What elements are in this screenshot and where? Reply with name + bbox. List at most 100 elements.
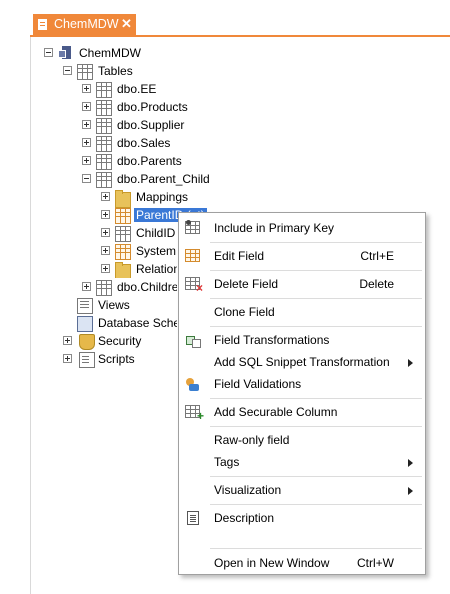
shortcut-label: Delete bbox=[359, 277, 394, 291]
tree-node-field[interactable]: ChildID (i bbox=[101, 224, 177, 242]
menu-item-label: Field Transformations bbox=[214, 333, 330, 347]
menu-item-field-transformations[interactable]: Field Transformations bbox=[179, 329, 425, 351]
expand-icon[interactable] bbox=[101, 210, 110, 219]
tree-node-label: ChemMDW bbox=[79, 46, 141, 60]
tree-node-table[interactable]: dbo.Products bbox=[82, 98, 202, 116]
menu-item-visualization[interactable]: Visualization bbox=[179, 479, 425, 501]
menu-item-edit-field[interactable]: Edit Field Ctrl+E bbox=[179, 245, 425, 267]
menu-item-add-securable-column[interactable]: Add Securable Column bbox=[179, 401, 425, 423]
tree-node-table[interactable]: dbo.EE bbox=[82, 80, 202, 98]
tree-node-label: dbo.EE bbox=[117, 82, 157, 96]
tree-node-label: ChildID (i bbox=[136, 226, 177, 240]
table-icon bbox=[96, 172, 112, 188]
transform-icon bbox=[185, 332, 201, 348]
menu-item-add-sql-snippet[interactable]: Add SQL Snippet Transformation bbox=[179, 351, 425, 373]
schema-icon bbox=[77, 316, 93, 332]
tree-node-field[interactable]: System F bbox=[101, 242, 177, 260]
menu-item-label: Field Validations bbox=[214, 377, 302, 391]
menu-item-label: Description bbox=[214, 511, 275, 525]
shortcut-label: Ctrl+E bbox=[360, 249, 394, 263]
collapse-icon[interactable] bbox=[63, 66, 72, 75]
expand-icon[interactable] bbox=[101, 246, 110, 255]
menu-item-field-validations[interactable]: Field Validations bbox=[179, 373, 425, 395]
views-icon bbox=[77, 298, 93, 314]
table-icon bbox=[96, 280, 112, 296]
menu-item-description[interactable]: Description bbox=[179, 507, 425, 529]
expand-icon[interactable] bbox=[82, 282, 91, 291]
tree-node-database-schema[interactable]: Database Schem bbox=[63, 314, 177, 332]
tree-node-label: Relations bbox=[136, 262, 177, 276]
tree-node-tables[interactable]: Tables bbox=[63, 62, 183, 80]
expand-icon[interactable] bbox=[82, 120, 91, 129]
tree-node-scripts[interactable]: Scripts bbox=[63, 350, 173, 368]
tree-node-label: dbo.Parents bbox=[117, 154, 182, 168]
panel-divider bbox=[30, 37, 31, 594]
collapse-icon[interactable] bbox=[44, 48, 53, 57]
description-icon bbox=[187, 511, 199, 525]
menu-item-label: Open in New Window bbox=[214, 556, 330, 570]
tree-node-table[interactable]: dbo.Parent_Child bbox=[82, 170, 212, 188]
field-icon bbox=[115, 226, 131, 242]
tree-node-root[interactable]: ChemMDW bbox=[44, 44, 164, 62]
tree-node-table[interactable]: dbo.Parents bbox=[82, 152, 202, 170]
expand-icon[interactable] bbox=[82, 156, 91, 165]
tab-chemmdw[interactable]: ChemMDW ✕ bbox=[33, 14, 136, 35]
securable-column-icon bbox=[185, 405, 204, 423]
tree-node-table[interactable]: dbo.Children bbox=[82, 278, 177, 296]
expand-icon[interactable] bbox=[82, 84, 91, 93]
tree-node-label: Scripts bbox=[98, 352, 135, 366]
table-icon bbox=[96, 118, 112, 134]
menu-item-label: Add SQL Snippet Transformation bbox=[214, 355, 390, 369]
expand-icon[interactable] bbox=[82, 102, 91, 111]
expand-icon[interactable] bbox=[63, 354, 72, 363]
menu-item-clone-field[interactable]: Clone Field bbox=[179, 301, 425, 323]
menu-item-label: Clone Field bbox=[214, 305, 275, 319]
menu-item-open-new-window[interactable]: Open in New Window Ctrl+W bbox=[179, 552, 425, 574]
tree-node-label: Security bbox=[98, 334, 142, 348]
menu-item-delete-field[interactable]: Delete Field Delete bbox=[179, 273, 425, 295]
expand-icon[interactable] bbox=[82, 138, 91, 147]
collapse-icon[interactable] bbox=[82, 174, 91, 183]
folder-icon bbox=[115, 262, 131, 278]
close-icon[interactable]: ✕ bbox=[121, 16, 132, 32]
tree-node-label: dbo.Products bbox=[117, 100, 188, 114]
submenu-arrow-icon bbox=[408, 359, 413, 367]
tree-node-relations[interactable]: Relations bbox=[101, 260, 177, 278]
menu-item-label: Tags bbox=[214, 455, 240, 469]
menu-item-label: Add Securable Column bbox=[214, 405, 338, 419]
tree-node-table[interactable]: dbo.Sales bbox=[82, 134, 202, 152]
tree-node-label: dbo.Children bbox=[117, 280, 177, 294]
tree-node-mappings[interactable]: Mappings bbox=[101, 188, 201, 208]
menu-item-label: Edit Field bbox=[214, 249, 265, 263]
tree-node-views[interactable]: Views bbox=[63, 296, 173, 314]
expand-icon[interactable] bbox=[101, 192, 110, 201]
scripts-icon bbox=[79, 352, 95, 368]
tree-node-label: dbo.Sales bbox=[117, 136, 171, 150]
menu-item-label: Delete Field bbox=[214, 277, 279, 291]
menu-item-label: Include in Primary Key bbox=[214, 221, 335, 235]
table-icon bbox=[96, 136, 112, 152]
tree-node-security[interactable]: Security bbox=[63, 332, 173, 350]
menu-separator bbox=[210, 398, 422, 399]
menu-item-label: Raw-only field bbox=[214, 433, 290, 447]
expand-icon[interactable] bbox=[101, 228, 110, 237]
expand-icon[interactable] bbox=[101, 264, 110, 273]
menu-separator bbox=[210, 476, 422, 477]
menu-item-raw-only-field[interactable]: Raw-only field bbox=[179, 429, 425, 451]
table-icon bbox=[96, 154, 112, 170]
tab-title: ChemMDW bbox=[54, 17, 119, 31]
menu-separator bbox=[210, 426, 422, 427]
context-menu: Include in Primary Key Edit Field Ctrl+E… bbox=[178, 212, 426, 575]
primary-key-icon bbox=[185, 220, 200, 234]
submenu-arrow-icon bbox=[408, 487, 413, 495]
expand-icon[interactable] bbox=[63, 336, 72, 345]
shortcut-label: Ctrl+W bbox=[357, 556, 394, 570]
menu-separator bbox=[210, 326, 422, 327]
table-icon bbox=[96, 100, 112, 116]
tree-node-label: System F bbox=[136, 244, 177, 258]
tree-node-table[interactable]: dbo.Supplier bbox=[82, 116, 202, 134]
system-field-icon bbox=[115, 244, 131, 260]
menu-item-tags[interactable]: Tags bbox=[179, 451, 425, 473]
document-icon bbox=[38, 19, 47, 30]
menu-item-include-primary-key[interactable]: Include in Primary Key bbox=[179, 217, 425, 239]
